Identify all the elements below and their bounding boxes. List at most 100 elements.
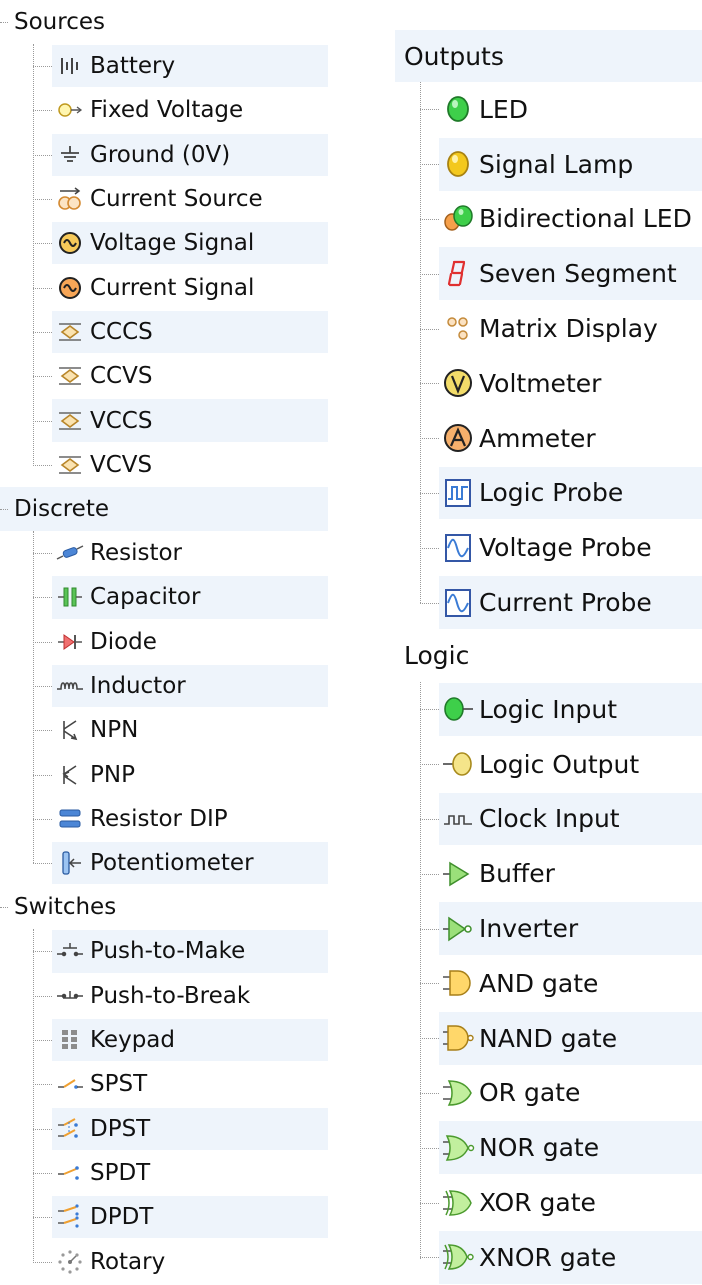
component-label: Current Source <box>90 186 263 213</box>
component-label: Rotary <box>90 1248 166 1275</box>
component-label: Capacitor <box>90 584 201 611</box>
current-probe-icon <box>439 581 477 625</box>
component-item-current-source[interactable]: Current Source <box>0 177 340 221</box>
component-item-push-to-break[interactable]: Push-to-Break <box>0 974 340 1018</box>
component-item-ammeter[interactable]: Ammeter <box>395 411 702 466</box>
component-tree-left: Sources Battery Fixed Voltage Ground (0V… <box>0 0 340 1284</box>
current-signal-icon <box>52 270 88 306</box>
component-label: Keypad <box>90 1027 175 1054</box>
component-item-resistor-dip[interactable]: Resistor DIP <box>0 797 340 841</box>
component-item-rotary[interactable]: Rotary <box>0 1239 340 1283</box>
component-item-keypad[interactable]: Keypad <box>0 1018 340 1062</box>
component-label: Resistor <box>90 540 182 567</box>
component-item-voltage-signal[interactable]: Voltage Signal <box>0 221 340 265</box>
component-item-spdt[interactable]: SPDT <box>0 1151 340 1195</box>
component-item-ccvs[interactable]: CCVS <box>0 354 340 398</box>
matrix-display-icon <box>439 307 477 351</box>
component-label: Fixed Voltage <box>90 97 244 124</box>
component-label: VCVS <box>90 451 153 478</box>
component-label: VCCS <box>90 407 153 434</box>
resistor-icon <box>52 535 88 571</box>
component-label: Ammeter <box>479 423 596 453</box>
component-item-matrix-display[interactable]: Matrix Display <box>395 301 702 356</box>
component-item-push-to-make[interactable]: Push-to-Make <box>0 929 340 973</box>
voltage-probe-icon <box>439 526 477 570</box>
spdt-icon <box>52 1155 88 1191</box>
component-item-ground[interactable]: Ground (0V) <box>0 133 340 177</box>
component-label: NPN <box>90 717 139 744</box>
component-item-or-gate[interactable]: OR gate <box>395 1066 702 1121</box>
component-item-inductor[interactable]: Inductor <box>0 664 340 708</box>
inductor-icon <box>52 668 88 704</box>
component-item-led[interactable]: LED <box>395 82 702 137</box>
category-logic-items: Logic Input Logic Output Clock Input Buf… <box>395 681 702 1285</box>
component-item-capacitor[interactable]: Capacitor <box>0 575 340 619</box>
component-item-inverter[interactable]: Inverter <box>395 901 702 956</box>
component-item-and-gate[interactable]: AND gate <box>395 956 702 1011</box>
category-label: Discrete <box>14 495 109 522</box>
component-item-resistor[interactable]: Resistor <box>0 531 340 575</box>
component-item-npn[interactable]: NPN <box>0 708 340 752</box>
component-label: Bidirectional LED <box>479 204 692 234</box>
keypad-icon <box>52 1022 88 1058</box>
component-item-vccs[interactable]: VCCS <box>0 398 340 442</box>
signal-lamp-icon <box>439 142 477 186</box>
category-discrete-items: Resistor Capacitor Diode Inductor NPN PN… <box>0 530 340 885</box>
led-icon <box>439 87 477 131</box>
component-item-xor-gate[interactable]: XOR gate <box>395 1175 702 1230</box>
component-item-pnp[interactable]: PNP <box>0 752 340 796</box>
component-item-logic-probe[interactable]: Logic Probe <box>395 466 702 521</box>
category-label: Sources <box>14 9 105 35</box>
category-discrete[interactable]: Discrete <box>0 486 328 531</box>
component-item-battery[interactable]: Battery <box>0 44 340 88</box>
component-item-voltage-probe[interactable]: Voltage Probe <box>395 520 702 575</box>
component-item-current-probe[interactable]: Current Probe <box>395 575 702 630</box>
component-label: Logic Input <box>479 694 618 724</box>
component-item-xnor-gate[interactable]: XNOR gate <box>395 1230 702 1285</box>
push-to-make-icon <box>52 933 88 969</box>
component-item-cccs[interactable]: CCCS <box>0 310 340 354</box>
component-item-nand-gate[interactable]: NAND gate <box>395 1011 702 1066</box>
component-item-diode[interactable]: Diode <box>0 620 340 664</box>
component-item-signal-lamp[interactable]: Signal Lamp <box>395 137 702 192</box>
category-switches-items: Push-to-Make Push-to-Break Keypad SPST D… <box>0 929 340 1283</box>
component-item-logic-output[interactable]: Logic Output <box>395 737 702 792</box>
category-logic[interactable]: Logic <box>395 630 702 682</box>
component-label: XOR gate <box>479 1188 596 1218</box>
component-item-logic-input[interactable]: Logic Input <box>395 682 702 737</box>
component-item-nor-gate[interactable]: NOR gate <box>395 1120 702 1175</box>
category-sources[interactable]: Sources <box>0 0 340 44</box>
component-item-dpdt[interactable]: DPDT <box>0 1195 340 1239</box>
logic-probe-icon <box>439 471 477 515</box>
category-outputs-items: LED Signal Lamp Bidirectional LED Seven … <box>395 82 702 630</box>
component-label: Matrix Display <box>479 314 658 344</box>
component-label: Diode <box>90 628 157 655</box>
component-label: SPST <box>90 1071 148 1098</box>
component-item-dpst[interactable]: DPST <box>0 1107 340 1151</box>
component-label: Current Signal <box>90 274 255 301</box>
component-label: CCCS <box>90 318 153 345</box>
component-label: Battery <box>90 53 176 80</box>
component-label: AND gate <box>479 968 599 998</box>
component-item-current-signal[interactable]: Current Signal <box>0 265 340 309</box>
category-label: Switches <box>14 894 117 921</box>
component-item-seven-segment[interactable]: Seven Segment <box>395 246 702 301</box>
push-to-break-icon <box>52 978 88 1014</box>
component-item-potentiometer[interactable]: Potentiometer <box>0 841 340 885</box>
component-label: NOR gate <box>479 1133 600 1163</box>
component-item-clock-input[interactable]: Clock Input <box>395 792 702 847</box>
component-item-bidirectional-led[interactable]: Bidirectional LED <box>395 192 702 247</box>
category-label: Outputs <box>404 41 504 71</box>
category-switches[interactable]: Switches <box>0 885 340 929</box>
component-label: DPST <box>90 1115 151 1142</box>
component-item-buffer[interactable]: Buffer <box>395 846 702 901</box>
component-item-voltmeter[interactable]: Voltmeter <box>395 356 702 411</box>
inverter-icon <box>439 907 477 951</box>
component-item-vcvs[interactable]: VCVS <box>0 443 340 487</box>
component-item-spst[interactable]: SPST <box>0 1062 340 1106</box>
component-item-fixed-voltage[interactable]: Fixed Voltage <box>0 88 340 132</box>
component-label: Current Probe <box>479 588 652 618</box>
potentiometer-icon <box>52 845 88 881</box>
category-outputs[interactable]: Outputs <box>395 30 702 82</box>
dpdt-icon <box>52 1199 88 1235</box>
